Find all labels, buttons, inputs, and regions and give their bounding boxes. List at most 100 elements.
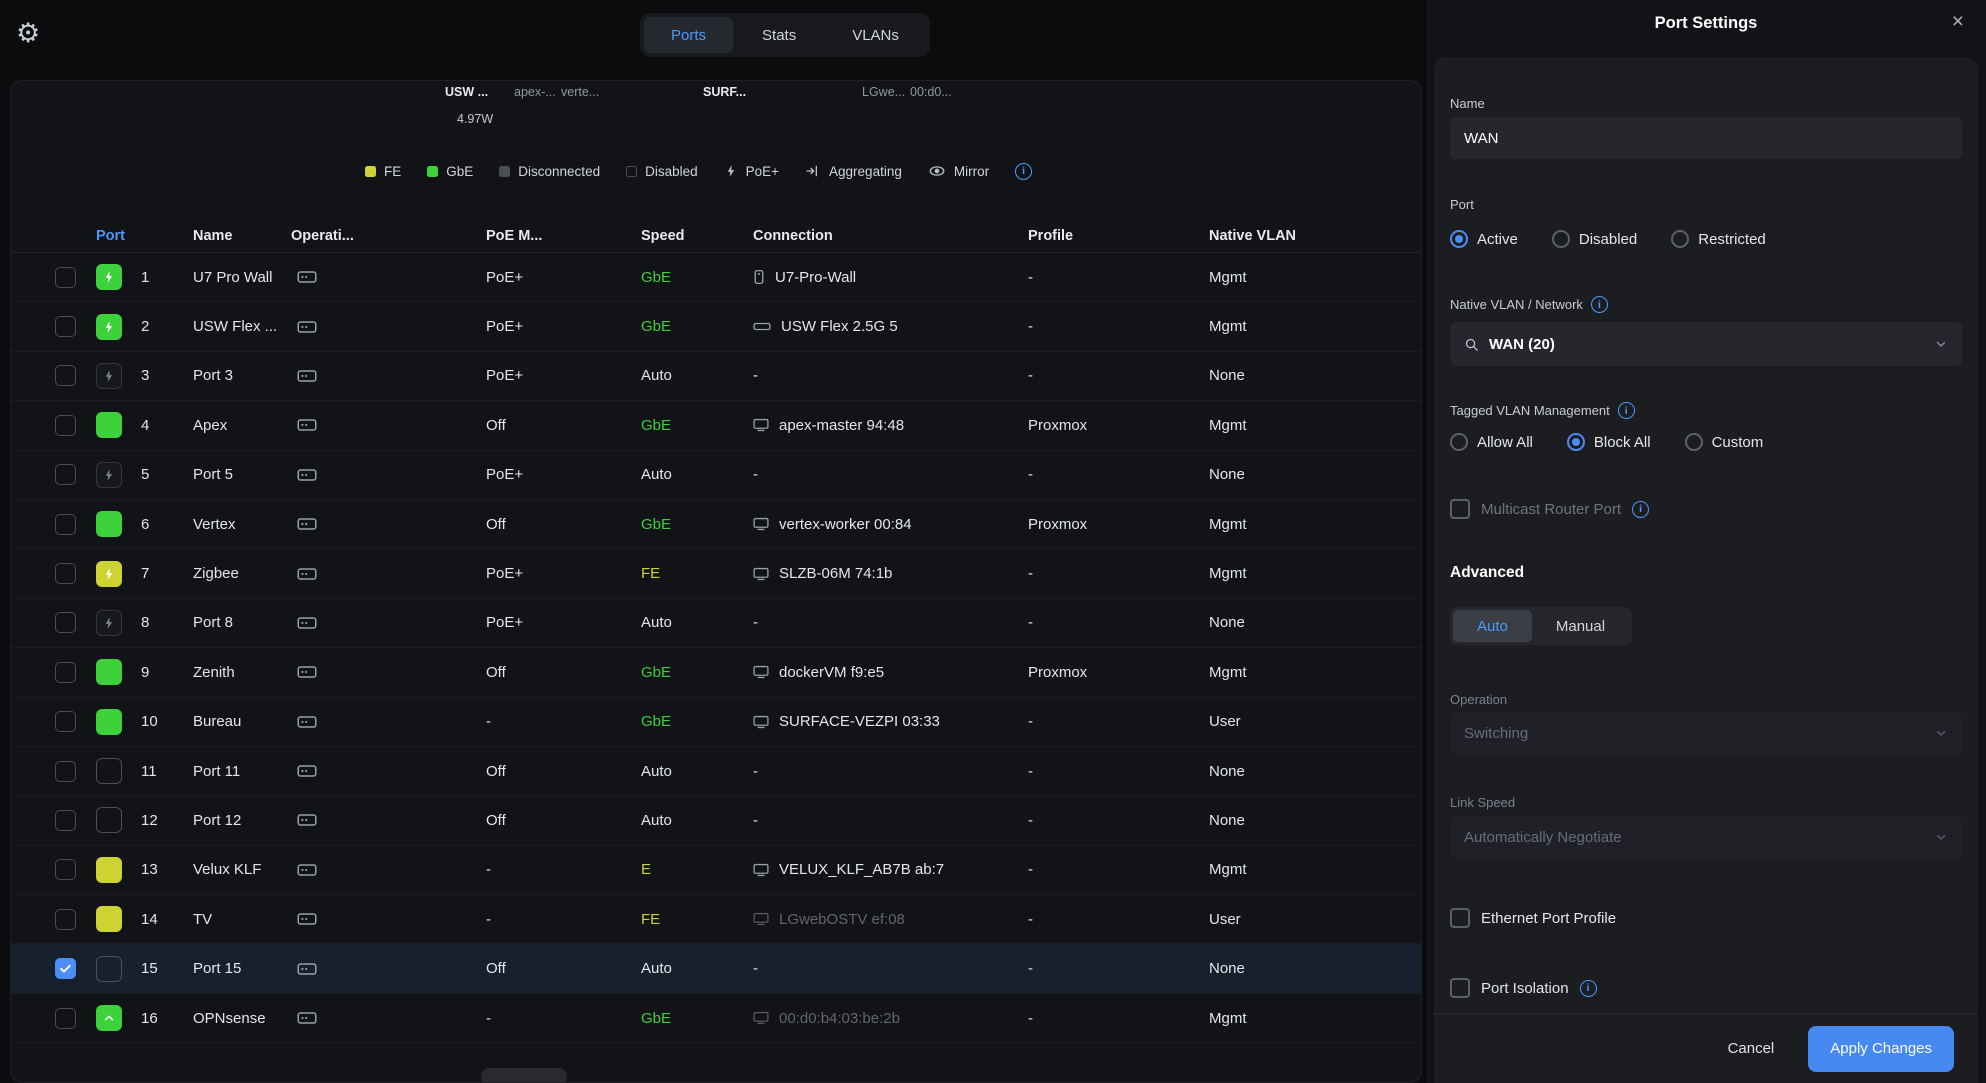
legend-label: Disabled	[645, 164, 698, 179]
column-header-connection[interactable]: Connection	[753, 219, 833, 253]
gear-icon[interactable]: ⚙	[16, 18, 40, 49]
ap-icon	[753, 269, 765, 285]
table-row[interactable]: 1U7 Pro WallPoE+GbEU7-Pro-Wall-Mgmt	[11, 253, 1421, 302]
column-header-speed[interactable]: Speed	[641, 219, 685, 253]
table-row[interactable]: 16OPNsense-GbE00:d0:b4:03:be:2b-Mgmt	[11, 994, 1421, 1043]
profile: -	[1028, 451, 1033, 499]
row-checkbox[interactable]	[55, 761, 76, 782]
client-icon	[753, 912, 769, 926]
radio-disabled[interactable]: Disabled	[1552, 230, 1637, 248]
port-isolation-info-icon[interactable]	[1580, 980, 1597, 997]
column-header-native-vlan[interactable]: Native VLAN	[1209, 219, 1296, 253]
tab-vlans[interactable]: VLANs	[825, 17, 926, 53]
tagged-vlan-info-icon[interactable]	[1618, 402, 1635, 419]
native-vlan: None	[1209, 352, 1245, 400]
row-checkbox[interactable]	[55, 662, 76, 683]
table-row[interactable]: 9ZenithOffGbEdockerVM f9:e5ProxmoxMgmt	[11, 648, 1421, 697]
port-number: 8	[141, 599, 149, 647]
row-checkbox[interactable]	[55, 958, 76, 979]
port-name: Velux KLF	[193, 846, 261, 894]
close-icon[interactable]: ×	[1952, 10, 1964, 34]
table-row[interactable]: 12Port 12OffAuto--None	[11, 796, 1421, 845]
chevron-down-icon	[1934, 337, 1948, 351]
port-speed: GbE	[641, 302, 671, 350]
native-vlan: User	[1209, 895, 1241, 943]
segment-manual[interactable]: Manual	[1532, 610, 1629, 642]
column-header-profile[interactable]: Profile	[1028, 219, 1073, 253]
client-icon	[753, 418, 769, 432]
table-row[interactable]: 10Bureau-GbESURFACE-VEZPI 03:33-User	[11, 698, 1421, 747]
multicast-router-port-checkbox[interactable]: Multicast Router Port	[1450, 499, 1649, 519]
column-header-operation[interactable]: Operati...	[291, 219, 354, 253]
table-row[interactable]: 2USW Flex ...PoE+GbEUSW Flex 2.5G 5-Mgmt	[11, 302, 1421, 351]
row-checkbox[interactable]	[55, 316, 76, 337]
apply-changes-button[interactable]: Apply Changes	[1808, 1026, 1954, 1072]
switch-icon	[753, 321, 771, 332]
segment-auto[interactable]: Auto	[1453, 610, 1532, 642]
connection: vertex-worker 00:84	[753, 500, 912, 548]
port-status-icon	[96, 1005, 122, 1031]
tab-ports[interactable]: Ports	[644, 17, 733, 53]
table-row[interactable]: 6VertexOffGbEvertex-worker 00:84ProxmoxM…	[11, 500, 1421, 549]
port-name: Port 12	[193, 796, 241, 844]
row-checkbox[interactable]	[55, 612, 76, 633]
table-row[interactable]: 14TV-FELGwebOSTV ef:08-User	[11, 895, 1421, 944]
radio-block-all[interactable]: Block All	[1567, 433, 1651, 451]
radio-custom[interactable]: Custom	[1685, 433, 1764, 451]
row-checkbox[interactable]	[55, 909, 76, 930]
table-row[interactable]: 3Port 3PoE+Auto--None	[11, 352, 1421, 401]
port-name: U7 Pro Wall	[193, 253, 272, 301]
port-name: Port 3	[193, 352, 233, 400]
link-speed-select[interactable]: Automatically Negotiate	[1450, 816, 1962, 858]
table-row[interactable]: 15Port 15OffAuto--None	[11, 944, 1421, 993]
checkbox-label: Port Isolation	[1481, 980, 1569, 997]
table-row[interactable]: 7ZigbeePoE+FESLZB-06M 74:1b-Mgmt	[11, 549, 1421, 598]
native-vlan-info-icon[interactable]	[1591, 296, 1608, 313]
port-speed: Auto	[641, 352, 672, 400]
row-checkbox[interactable]	[55, 464, 76, 485]
table-row[interactable]: 5Port 5PoE+Auto--None	[11, 451, 1421, 500]
native-vlan: None	[1209, 944, 1245, 992]
row-checkbox[interactable]	[55, 563, 76, 584]
row-checkbox[interactable]	[55, 810, 76, 831]
radio-active[interactable]: Active	[1450, 230, 1518, 248]
column-header-poe-mode[interactable]: PoE M...	[486, 219, 542, 253]
native-vlan-select[interactable]: WAN (20)	[1450, 322, 1962, 366]
pagination-pill[interactable]	[481, 1068, 567, 1083]
radio-allow-all[interactable]: Allow All	[1450, 433, 1533, 451]
table-row[interactable]: 13Velux KLF-EVELUX_KLF_AB7B ab:7-Mgmt	[11, 846, 1421, 895]
multicast-info-icon[interactable]	[1632, 501, 1649, 518]
column-header-name[interactable]: Name	[193, 219, 233, 253]
profile: -	[1028, 944, 1033, 992]
poe-mode: -	[486, 895, 491, 943]
operation-select[interactable]: Switching	[1450, 712, 1962, 754]
row-checkbox[interactable]	[55, 514, 76, 535]
row-checkbox[interactable]	[55, 711, 76, 732]
port-isolation-checkbox[interactable]: Port Isolation	[1450, 978, 1597, 998]
checkbox-square	[1450, 978, 1470, 998]
ethernet-port-profile-checkbox[interactable]: Ethernet Port Profile	[1450, 908, 1616, 928]
table-row[interactable]: 4ApexOffGbEapex-master 94:48ProxmoxMgmt	[11, 401, 1421, 450]
column-header-port[interactable]: Port	[96, 219, 125, 253]
radio-restricted[interactable]: Restricted	[1671, 230, 1766, 248]
table-row[interactable]: 8Port 8PoE+Auto--None	[11, 599, 1421, 648]
tagged-vlan-label: Tagged VLAN Management	[1450, 402, 1635, 419]
row-checkbox[interactable]	[55, 365, 76, 386]
fe-swatch	[365, 166, 376, 177]
row-checkbox[interactable]	[55, 1008, 76, 1029]
cancel-button[interactable]: Cancel	[1728, 1040, 1775, 1057]
operation-device-icon	[297, 302, 317, 350]
tab-stats[interactable]: Stats	[735, 17, 823, 53]
client-icon	[753, 863, 769, 877]
client-icon	[753, 665, 769, 679]
table-row[interactable]: 11Port 11OffAuto--None	[11, 747, 1421, 796]
row-checkbox[interactable]	[55, 267, 76, 288]
port-name: OPNsense	[193, 994, 266, 1042]
poe-mode: -	[486, 846, 491, 894]
operation-device-icon	[297, 698, 317, 746]
port-name-input[interactable]: WAN	[1450, 117, 1962, 159]
row-checkbox[interactable]	[55, 415, 76, 436]
port-speed: Auto	[641, 599, 672, 647]
legend-info-icon[interactable]	[1015, 163, 1032, 180]
row-checkbox[interactable]	[55, 859, 76, 880]
